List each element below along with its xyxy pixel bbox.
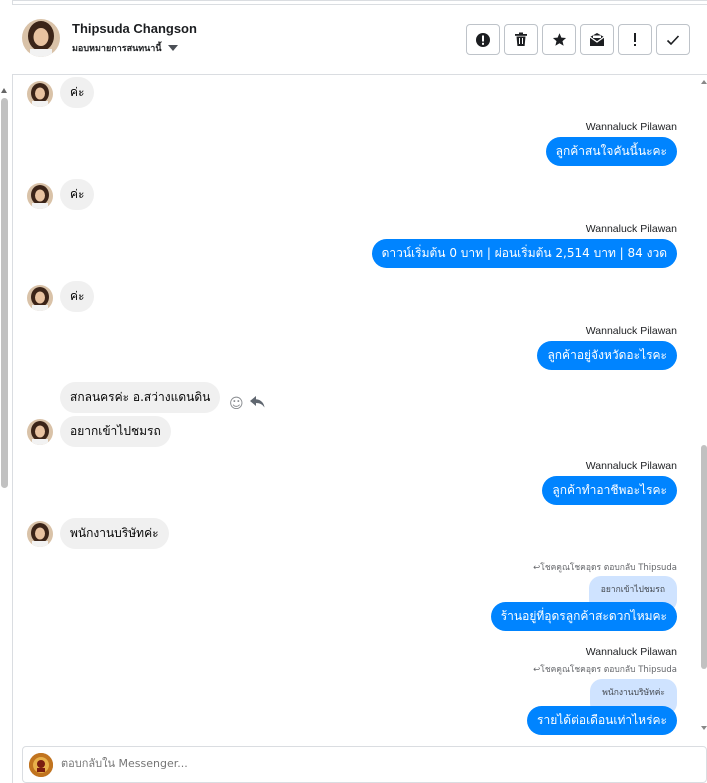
- alert-circle-icon: [476, 32, 490, 47]
- reply-info: ↩โชคคูณโชคอุดร ตอบกลับ Thipsuda: [533, 665, 677, 675]
- mark-done-button[interactable]: [656, 24, 690, 55]
- incoming-message[interactable]: พนักงานบริษัทค่ะ: [60, 518, 169, 549]
- reply-info: ↩โชคคูณโชคอุดร ตอบกลับ Thipsuda: [533, 563, 677, 573]
- incoming-message[interactable]: ค่ะ: [60, 77, 95, 108]
- sender-name: Wannaluck Pilawan: [585, 223, 677, 235]
- envelope-icon: [589, 33, 605, 46]
- scroll-down-arrow-icon[interactable]: [701, 726, 707, 730]
- spam-report-button[interactable]: [466, 24, 500, 55]
- react-emoji-icon[interactable]: ☺: [229, 396, 244, 412]
- outgoing-message[interactable]: ลูกค้าอยู่จังหวัดอะไรคะ: [537, 341, 677, 370]
- contact-avatar-small: [27, 285, 53, 311]
- assign-label: มอบหมายการสนทนานี้: [72, 44, 162, 54]
- contact-avatar-small: [27, 183, 53, 209]
- scrollbar-thumb[interactable]: [1, 98, 8, 488]
- page-avatar: [29, 753, 53, 777]
- reply-composer: [22, 746, 707, 783]
- top-border: [12, 0, 707, 1]
- outgoing-message[interactable]: ดาวน์เริ่มต้น 0 บาท | ผ่อนเริ่มต้น 2,514…: [371, 239, 677, 268]
- incoming-message[interactable]: สกลนครค่ะ อ.สว่างแดนดิน: [60, 382, 221, 413]
- scrollbar-thumb[interactable]: [701, 445, 707, 669]
- scroll-up-arrow-icon[interactable]: [701, 80, 707, 84]
- follow-up-button[interactable]: [618, 24, 652, 55]
- reply-arrow-icon[interactable]: [249, 396, 265, 412]
- mark-unread-button[interactable]: [580, 24, 614, 55]
- star-button[interactable]: [542, 24, 576, 55]
- trash-icon: [515, 32, 527, 46]
- contact-avatar[interactable]: [22, 19, 60, 57]
- chevron-down-icon: [167, 45, 178, 51]
- incoming-message[interactable]: อยากเข้าไปชมรถ: [60, 416, 171, 447]
- scroll-up-arrow-icon[interactable]: [1, 88, 7, 93]
- check-icon: [666, 34, 680, 45]
- sender-name: Wannaluck Pilawan: [585, 325, 677, 337]
- message-actions: ☺: [229, 396, 265, 412]
- assign-conversation-dropdown[interactable]: มอบหมายการสนทนานี้: [72, 41, 178, 55]
- contact-avatar-small: [27, 521, 53, 547]
- delete-button[interactable]: [504, 24, 538, 55]
- sender-name: Wannaluck Pilawan: [585, 460, 677, 472]
- incoming-message[interactable]: ค่ะ: [60, 281, 95, 312]
- thread-scrollbar[interactable]: [700, 75, 707, 740]
- outgoing-message[interactable]: รายได้ต่อเดือนเท่าไหร่คะ: [527, 706, 677, 735]
- incoming-message[interactable]: ค่ะ: [60, 179, 95, 210]
- sender-name: Wannaluck Pilawan: [585, 121, 677, 133]
- contact-name[interactable]: Thipsuda Changson: [72, 21, 197, 36]
- message-input[interactable]: [61, 757, 461, 770]
- conversation-header: Thipsuda Changson มอบหมายการสนทนานี้: [12, 4, 707, 75]
- contact-avatar-small: [27, 81, 53, 107]
- exclamation-icon: [634, 33, 636, 46]
- message-thread: ค่ะ Wannaluck Pilawan ลูกค้าสนใจคันนี้นะ…: [13, 76, 700, 740]
- page-scrollbar[interactable]: [0, 84, 9, 783]
- sender-name: Wannaluck Pilawan: [585, 646, 677, 658]
- outgoing-message[interactable]: ลูกค้าทำอาชีพอะไรคะ: [542, 476, 677, 505]
- outgoing-message[interactable]: ร้านอยู่ที่อุดรลูกค้าสะดวกไหมคะ: [490, 602, 677, 631]
- contact-avatar-small: [27, 419, 53, 445]
- outgoing-message[interactable]: ลูกค้าสนใจคันนี้นะคะ: [545, 137, 677, 166]
- star-icon: [552, 33, 566, 46]
